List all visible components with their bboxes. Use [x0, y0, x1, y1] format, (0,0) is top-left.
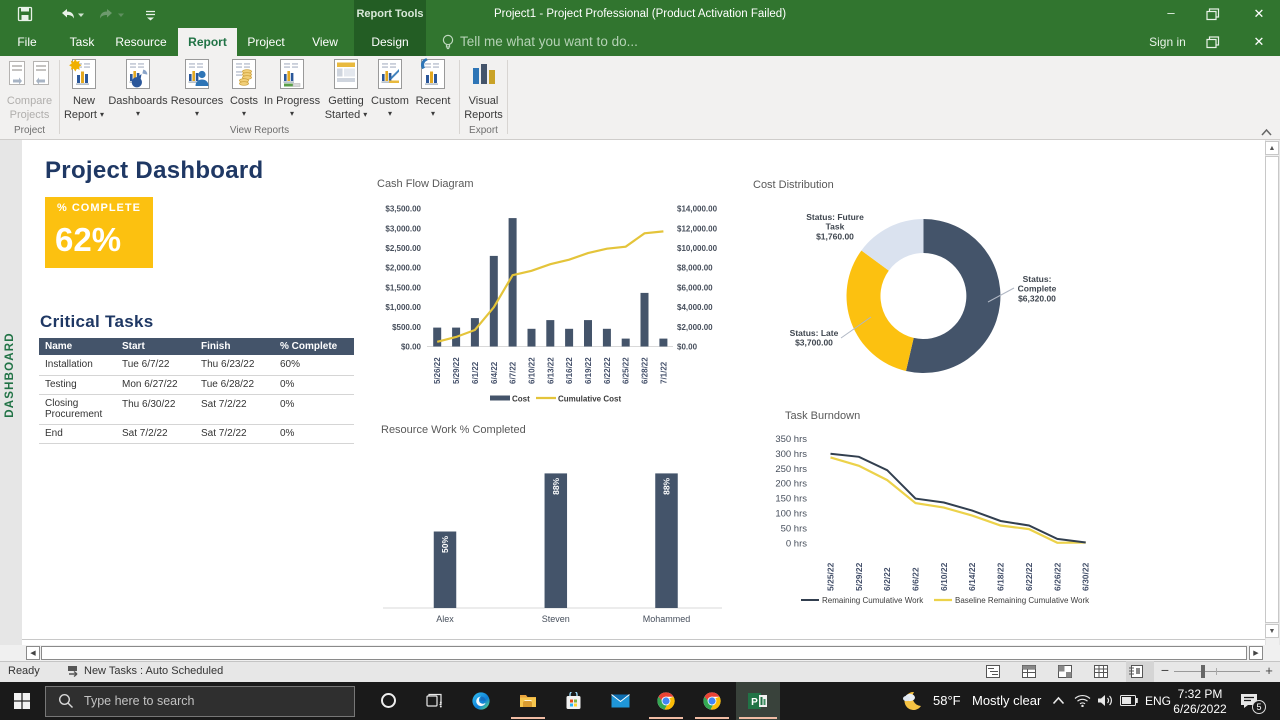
svg-text:$8,000.00: $8,000.00 — [677, 264, 713, 273]
svg-text:$0.00: $0.00 — [677, 343, 698, 352]
svg-text:Cost Distribution: Cost Distribution — [753, 179, 834, 191]
svg-text:6/22/22: 6/22/22 — [603, 357, 612, 384]
svg-text:$2,000.00: $2,000.00 — [677, 323, 713, 332]
svg-text:Status: Late: Status: Late — [790, 328, 839, 338]
svg-text:$1,500.00: $1,500.00 — [385, 283, 421, 292]
svg-text:6/25/22: 6/25/22 — [622, 357, 631, 384]
svg-text:5/25/22: 5/25/22 — [826, 562, 836, 591]
svg-text:6/2/22: 6/2/22 — [882, 567, 892, 591]
svg-text:6/14/22: 6/14/22 — [967, 562, 977, 591]
svg-text:6/19/22: 6/19/22 — [584, 357, 593, 384]
svg-text:100 hrs: 100 hrs — [775, 509, 807, 520]
svg-text:Task Burndown: Task Burndown — [785, 410, 860, 422]
svg-text:Mohammed: Mohammed — [643, 614, 691, 624]
svg-text:$0.00: $0.00 — [401, 343, 422, 352]
svg-text:6/10/22: 6/10/22 — [528, 357, 537, 384]
svg-text:350 hrs: 350 hrs — [775, 434, 807, 445]
svg-text:50 hrs: 50 hrs — [781, 524, 808, 535]
svg-text:$12,000.00: $12,000.00 — [677, 224, 718, 233]
svg-text:6/7/22: 6/7/22 — [509, 361, 518, 384]
svg-text:Task: Task — [826, 222, 845, 232]
svg-text:$14,000.00: $14,000.00 — [677, 205, 718, 214]
svg-text:Cost: Cost — [512, 395, 530, 404]
svg-text:6/28/22: 6/28/22 — [641, 357, 650, 384]
svg-text:Resource Work % Completed: Resource Work % Completed — [381, 424, 526, 436]
svg-text:6/30/22: 6/30/22 — [1081, 562, 1091, 591]
svg-text:50%: 50% — [440, 536, 450, 553]
svg-text:Remaining Cumulative Work: Remaining Cumulative Work — [822, 596, 924, 605]
svg-text:Cash Flow Diagram: Cash Flow Diagram — [377, 178, 474, 190]
svg-text:$10,000.00: $10,000.00 — [677, 244, 718, 253]
svg-text:5/29/22: 5/29/22 — [452, 357, 461, 384]
svg-text:Baseline Remaining Cumulative: Baseline Remaining Cumulative Work — [955, 596, 1090, 605]
svg-text:Status: Future: Status: Future — [806, 212, 864, 222]
svg-text:6/18/22: 6/18/22 — [996, 562, 1006, 591]
svg-text:88%: 88% — [662, 477, 672, 494]
svg-text:Status:: Status: — [1023, 274, 1052, 284]
svg-text:6/4/22: 6/4/22 — [490, 361, 499, 384]
svg-text:250 hrs: 250 hrs — [775, 464, 807, 475]
svg-text:7/1/22: 7/1/22 — [659, 361, 668, 384]
svg-text:200 hrs: 200 hrs — [775, 479, 807, 490]
svg-text:$1,000.00: $1,000.00 — [385, 303, 421, 312]
svg-text:6/6/22: 6/6/22 — [911, 567, 921, 591]
svg-text:$2,000.00: $2,000.00 — [385, 264, 421, 273]
svg-text:$1,760.00: $1,760.00 — [816, 231, 854, 241]
svg-text:6/16/22: 6/16/22 — [565, 357, 574, 384]
svg-text:6/1/22: 6/1/22 — [471, 361, 480, 384]
svg-text:300 hrs: 300 hrs — [775, 449, 807, 460]
svg-text:$3,500.00: $3,500.00 — [385, 205, 421, 214]
svg-text:88%: 88% — [551, 477, 561, 494]
svg-text:150 hrs: 150 hrs — [775, 494, 807, 505]
svg-text:Cumulative Cost: Cumulative Cost — [558, 395, 621, 404]
svg-text:$4,000.00: $4,000.00 — [677, 303, 713, 312]
svg-text:$3,700.00: $3,700.00 — [795, 338, 833, 348]
svg-text:6/10/22: 6/10/22 — [939, 562, 949, 591]
svg-text:$2,500.00: $2,500.00 — [385, 244, 421, 253]
svg-text:0 hrs: 0 hrs — [786, 538, 807, 549]
svg-text:Complete: Complete — [1018, 284, 1057, 294]
svg-text:6/13/22: 6/13/22 — [546, 357, 555, 384]
svg-text:$6,000.00: $6,000.00 — [677, 283, 713, 292]
svg-text:Steven: Steven — [542, 614, 570, 624]
svg-text:5/29/22: 5/29/22 — [854, 562, 864, 591]
svg-text:6/22/22: 6/22/22 — [1024, 562, 1034, 591]
svg-text:$500.00: $500.00 — [392, 323, 421, 332]
svg-text:5/26/22: 5/26/22 — [433, 357, 442, 384]
svg-text:6/26/22: 6/26/22 — [1052, 562, 1062, 591]
svg-text:$6,320.00: $6,320.00 — [1018, 293, 1056, 303]
svg-text:Alex: Alex — [436, 614, 454, 624]
svg-text:$3,000.00: $3,000.00 — [385, 224, 421, 233]
